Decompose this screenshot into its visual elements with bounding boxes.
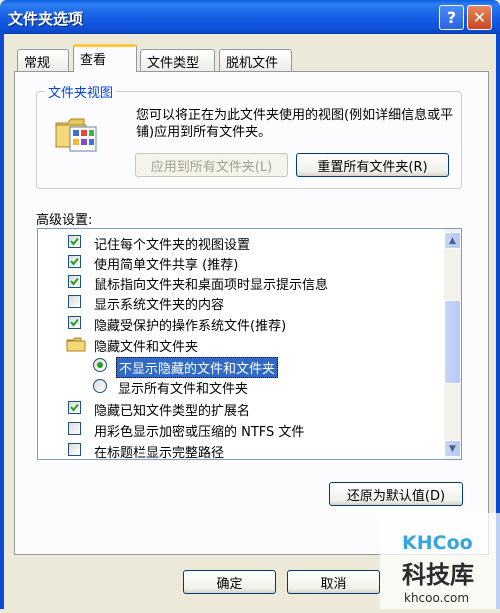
window-title: 文件夹选项 xyxy=(8,10,84,28)
list-item-label: 在标题栏显示完整路径 xyxy=(94,446,225,460)
advanced-settings-list[interactable]: 记住每个文件夹的视图设置 使用简单文件共享 (推荐) 鼠标指向文件夹和桌面项时显… xyxy=(37,228,462,460)
checkbox-unchecked[interactable] xyxy=(68,422,81,435)
folder-view-description: 您可以将正在为此文件夹使用的视图(例如详细信息或平铺)应用到所有文件夹。 xyxy=(136,108,454,140)
list-item-label: 隐藏文件和文件夹 xyxy=(94,340,199,355)
list-item[interactable]: 记住每个文件夹的视图设置 xyxy=(38,232,438,253)
list-item[interactable]: 在标题栏显示完整路径 xyxy=(38,440,438,460)
tab-file-types[interactable]: 文件类型 xyxy=(140,49,215,71)
tab-general[interactable]: 常规 xyxy=(17,49,69,71)
ok-button[interactable]: 确定 xyxy=(183,570,276,594)
checkbox-checked[interactable] xyxy=(68,235,81,248)
checkbox-unchecked[interactable] xyxy=(68,443,81,456)
list-item[interactable]: 隐藏受保护的操作系统文件(推荐) xyxy=(38,313,438,334)
checkbox-checked[interactable] xyxy=(68,316,81,329)
list-item-label-selected: 不显示隐藏的文件和文件夹 xyxy=(116,357,279,378)
watermark-logo: KHCoo 科技库 khcoo.com xyxy=(380,513,500,609)
list-item-label: 用彩色显示加密或压缩的 NTFS 文件 xyxy=(94,425,305,440)
list-item-label: 使用简单文件共享 (推荐) xyxy=(94,258,239,273)
checkbox-checked[interactable] xyxy=(68,255,81,268)
checkbox-checked[interactable] xyxy=(68,401,81,414)
checkbox-unchecked[interactable] xyxy=(68,295,81,308)
folder-view-icon xyxy=(54,113,98,153)
list-item[interactable]: 用彩色显示加密或压缩的 NTFS 文件 xyxy=(38,419,438,440)
reset-all-folders-button[interactable]: 重置所有文件夹(R) xyxy=(296,153,449,177)
radio-unselected[interactable] xyxy=(93,379,107,393)
list-item-label: 显示所有文件和文件夹 xyxy=(118,382,249,397)
checkbox-checked[interactable] xyxy=(68,275,81,288)
scroll-down-arrow-icon[interactable]: ▼ xyxy=(444,440,461,457)
list-item[interactable]: 不显示隐藏的文件和文件夹 xyxy=(38,355,438,378)
scroll-thumb[interactable] xyxy=(444,300,461,384)
svg-text:科技库: 科技库 xyxy=(402,561,474,589)
svg-text:khcoo.com: khcoo.com xyxy=(404,591,469,605)
list-item-label: 隐藏受保护的操作系统文件(推荐) xyxy=(94,319,287,334)
list-item[interactable]: 使用简单文件共享 (推荐) xyxy=(38,252,438,273)
title-bar: 文件夹选项 ? ✕ xyxy=(0,0,500,34)
list-item-label: 记住每个文件夹的视图设置 xyxy=(94,238,251,253)
radio-selected[interactable] xyxy=(93,358,107,372)
list-item[interactable]: 隐藏已知文件类型的扩展名 xyxy=(38,398,438,419)
list-scrollbar[interactable]: ▲ ▼ xyxy=(444,229,461,459)
list-item[interactable]: 显示所有文件和文件夹 xyxy=(38,376,438,397)
scroll-up-arrow-icon[interactable]: ▲ xyxy=(444,232,461,249)
folder-view-title: 文件夹视图 xyxy=(45,82,117,101)
window-frame-left xyxy=(0,34,4,609)
close-button[interactable]: ✕ xyxy=(467,5,492,30)
cancel-button[interactable]: 取消 xyxy=(287,570,380,594)
list-item-label: 显示系统文件夹的内容 xyxy=(94,298,225,313)
list-item[interactable]: 鼠标指向文件夹和桌面项时显示提示信息 xyxy=(38,272,438,293)
svg-text:KHCoo: KHCoo xyxy=(402,532,473,554)
tab-offline-files[interactable]: 脱机文件 xyxy=(219,49,292,71)
folder-icon xyxy=(66,337,86,356)
restore-defaults-button[interactable]: 还原为默认值(D) xyxy=(329,482,463,506)
list-item[interactable]: 显示系统文件夹的内容 xyxy=(38,292,438,313)
help-button[interactable]: ? xyxy=(439,5,464,30)
apply-to-all-folders-button[interactable]: 应用到所有文件夹(L) xyxy=(135,153,288,177)
list-item-label: 鼠标指向文件夹和桌面项时显示提示信息 xyxy=(94,278,329,293)
list-item-label: 隐藏已知文件类型的扩展名 xyxy=(94,404,251,419)
list-item: 隐藏文件和文件夹 xyxy=(38,334,438,356)
tab-view[interactable]: 查看 xyxy=(73,44,137,72)
advanced-settings-label: 高级设置: xyxy=(36,213,93,228)
